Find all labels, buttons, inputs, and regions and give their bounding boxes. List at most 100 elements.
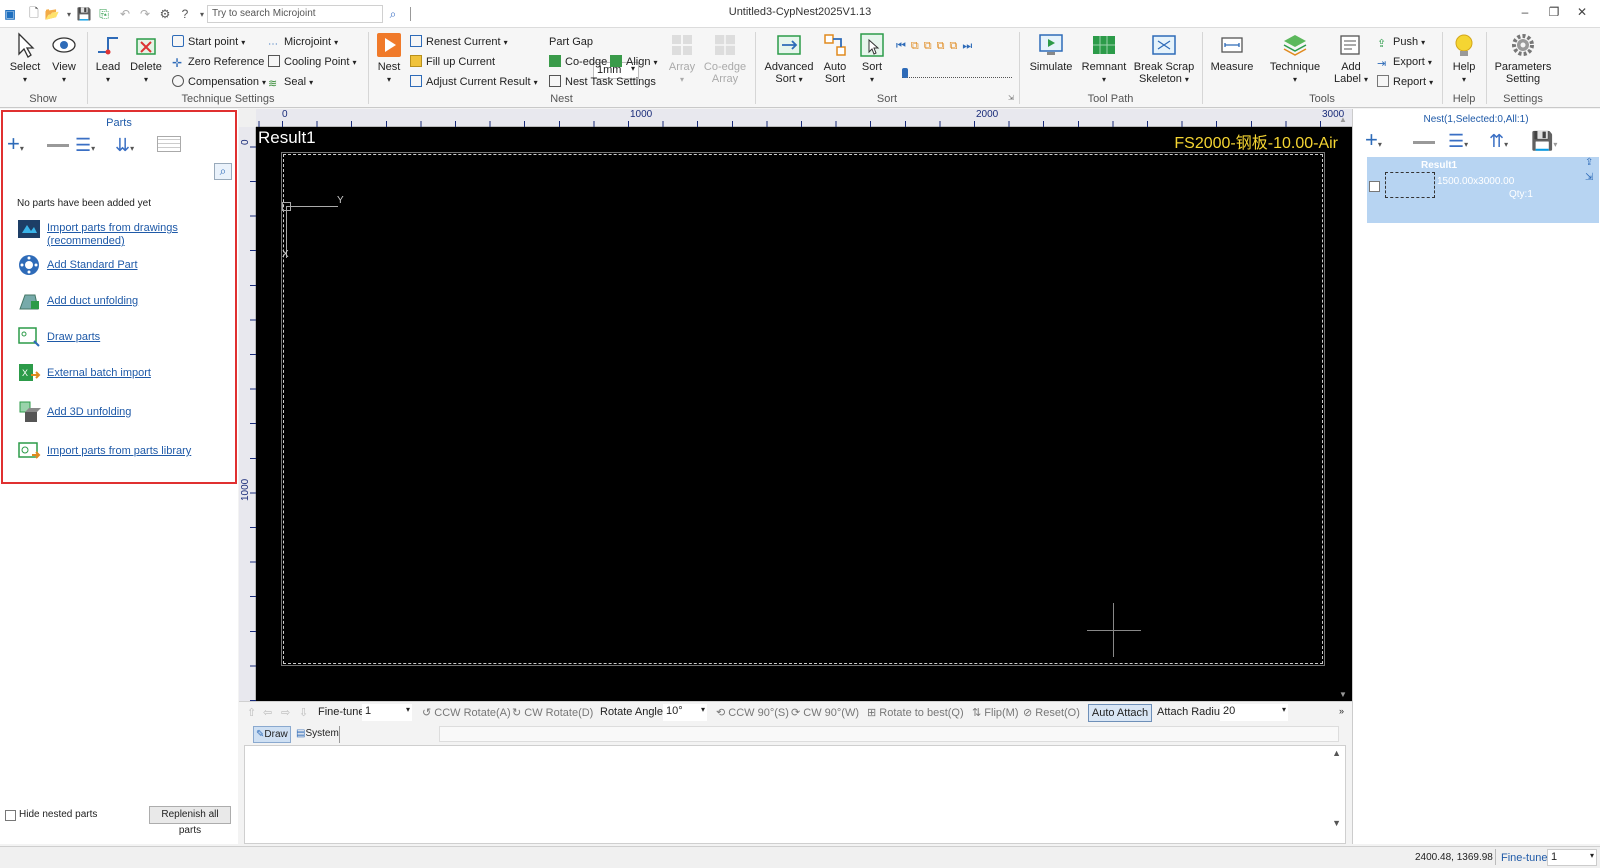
compensation-button[interactable]: Compensation ▾ — [172, 74, 266, 90]
draw-parts-link[interactable]: Draw parts — [47, 331, 100, 344]
replenish-all-button[interactable]: Replenish all parts — [149, 806, 231, 836]
list-view-icon[interactable]: ☰▾ — [75, 133, 95, 161]
add-standard-part-link[interactable]: Add Standard Part — [47, 259, 138, 272]
sort-slider[interactable] — [902, 68, 1012, 78]
tab-draw[interactable]: ✎Draw — [253, 726, 291, 743]
nest-button[interactable]: Nest ▾ — [373, 32, 405, 86]
save-as-icon[interactable]: ⎘ — [96, 6, 112, 22]
scroll-down-icon[interactable]: ▼ — [1339, 690, 1347, 699]
result-upload-icon[interactable]: ⇪ — [1585, 157, 1593, 168]
result-sort-icon[interactable]: ⇈▾ — [1489, 129, 1508, 157]
open-dropdown-icon[interactable]: ▾ — [61, 6, 77, 22]
select-button[interactable]: Select ▾ — [6, 32, 44, 86]
cw-90-button[interactable]: ⟳ CW 90°(W) — [791, 706, 859, 719]
technique-button[interactable]: Technique ▾ — [1267, 32, 1323, 86]
table-view-icon[interactable] — [157, 136, 181, 152]
export-button[interactable]: ⇥ Export ▾ — [1377, 54, 1432, 70]
seal-button[interactable]: ≋ Seal ▾ — [268, 74, 313, 90]
lead-button[interactable]: Lead ▾ — [91, 32, 125, 86]
console-scroll-down-icon[interactable]: ▼ — [1332, 818, 1341, 828]
adjust-current-result-button[interactable]: Adjust Current Result ▾ — [410, 74, 538, 90]
result-checkbox[interactable] — [1369, 181, 1380, 192]
add-3d-unfolding-link[interactable]: Add 3D unfolding — [47, 406, 131, 419]
align-button[interactable]: Align ▾ — [610, 54, 658, 70]
microjoint-button[interactable]: ⋯ Microjoint ▾ — [268, 34, 338, 50]
external-batch-import-link[interactable]: External batch import — [47, 367, 151, 380]
import-drawings-link[interactable]: Import parts from drawings (recommended) — [47, 222, 178, 248]
status-fine-tune-input[interactable]: 1 ▾ — [1547, 849, 1597, 866]
nest-task-settings-button[interactable]: Nest Task Settings — [549, 74, 656, 90]
add-result-icon[interactable]: +▾ — [1365, 128, 1382, 157]
result-export-icon[interactable]: ⇲ — [1585, 172, 1593, 183]
import-parts-library-link[interactable]: Import parts from parts library — [47, 445, 191, 458]
auto-sort-button[interactable]: Auto Sort — [818, 32, 852, 85]
cw-rotate-button[interactable]: ↻ CW Rotate(D) — [512, 706, 593, 719]
move-left-icon[interactable]: ⇦ — [263, 706, 272, 719]
help-button[interactable]: Help ▾ — [1447, 32, 1481, 86]
simulate-button[interactable]: Simulate — [1028, 32, 1074, 73]
hide-nested-checkbox[interactable] — [5, 810, 16, 821]
new-file-icon[interactable]: 🗋 — [26, 6, 42, 22]
settings-gear-icon[interactable]: ⚙ — [157, 6, 173, 22]
co-edge-button[interactable]: Co-edge — [549, 54, 607, 70]
sheet-boundary[interactable] — [281, 152, 1325, 666]
renest-current-button[interactable]: Renest Current ▾ — [410, 34, 508, 50]
break-scrap-skeleton-button[interactable]: Break Scrap Skeleton ▾ — [1133, 32, 1195, 86]
report-button[interactable]: Report ▾ — [1377, 74, 1433, 90]
close-button[interactable]: ✕ — [1572, 5, 1592, 23]
fill-up-current-button[interactable]: Fill up Current — [410, 54, 495, 70]
console-scroll-up-icon[interactable]: ▲ — [1332, 748, 1341, 758]
reset-button[interactable]: ⊘ Reset(O) — [1023, 706, 1080, 719]
flip-button[interactable]: ⇅ Flip(M) — [972, 706, 1019, 719]
result-list-view-icon[interactable]: ☰▾ — [1448, 129, 1468, 157]
advanced-sort-button[interactable]: Advanced Sort ▾ — [764, 32, 814, 86]
start-point-button[interactable]: Start point ▾ — [172, 34, 245, 50]
ccw-rotate-button[interactable]: ↺ CCW Rotate(A) — [422, 706, 511, 719]
save-icon[interactable]: 💾 — [76, 6, 92, 22]
save-result-icon[interactable]: 💾▾ — [1531, 129, 1557, 157]
redo-icon[interactable]: ↷ — [137, 6, 153, 22]
slider-thumb[interactable] — [902, 68, 908, 78]
remove-part-icon[interactable] — [47, 144, 69, 147]
rotate-angle-input[interactable]: 10° ▾ — [663, 704, 707, 721]
tab-system[interactable]: ▤System — [294, 726, 340, 743]
move-up-icon[interactable]: ⇧ — [247, 706, 256, 719]
sort-step-controls[interactable]: ⏮⧉⧉⧉⧉⏭ — [896, 40, 1016, 54]
parameters-setting-button[interactable]: Parameters Setting — [1493, 32, 1553, 85]
search-input[interactable]: Try to search Microjoint — [207, 5, 383, 23]
attach-radius-input[interactable]: 20 ▾ — [1220, 704, 1288, 721]
ccw-90-button[interactable]: ⟲ CCW 90°(S) — [716, 706, 789, 719]
undo-icon[interactable]: ↶ — [117, 6, 133, 22]
measure-button[interactable]: Measure — [1209, 32, 1255, 73]
push-button[interactable]: ⇪ Push ▾ — [1377, 34, 1425, 50]
rotate-best-button[interactable]: ⊞ Rotate to best(Q) — [867, 706, 964, 719]
dialog-launcher-icon[interactable]: ⇲ — [1008, 94, 1014, 102]
search-icon[interactable]: ⌕ — [385, 6, 401, 22]
scroll-up-icon[interactable]: ▲ — [1339, 115, 1347, 124]
help-question-icon[interactable]: ? — [177, 6, 193, 22]
view-button[interactable]: View ▾ — [45, 32, 83, 86]
array-button[interactable]: Array ▾ — [664, 32, 700, 86]
cooling-point-button[interactable]: Cooling Point ▾ — [268, 54, 357, 70]
move-down-icon[interactable]: ⇩ — [299, 706, 308, 719]
toolbar-overflow-icon[interactable]: » — [1339, 706, 1344, 716]
remove-result-icon[interactable] — [1413, 141, 1435, 144]
add-label-button[interactable]: Add Label ▾ — [1331, 32, 1371, 86]
delete-button[interactable]: Delete ▾ — [127, 32, 165, 86]
console-output[interactable]: ▲ ▼ — [244, 745, 1346, 844]
move-right-icon[interactable]: ⇨ — [281, 706, 290, 719]
tab-scrollbar[interactable] — [439, 726, 1339, 742]
add-part-icon[interactable]: +▾ — [7, 132, 24, 161]
fine-tune-input[interactable]: 1 ▾ — [362, 704, 412, 721]
search-parts-icon[interactable]: ⌕ — [214, 163, 232, 180]
open-folder-icon[interactable]: 📂 — [44, 6, 60, 22]
auto-attach-toggle[interactable]: Auto Attach — [1088, 704, 1152, 722]
restore-button[interactable]: ❐ — [1544, 5, 1564, 23]
zero-reference-button[interactable]: ✛ Zero Reference — [172, 54, 264, 70]
minimize-button[interactable]: – — [1515, 5, 1535, 23]
nest-canvas[interactable]: Result1 FS2000-钢板-10.00-Air Y X — [256, 127, 1352, 701]
sort-parts-icon[interactable]: ⇊▾ — [115, 133, 134, 161]
add-duct-unfolding-link[interactable]: Add duct unfolding — [47, 295, 138, 308]
result-list-item[interactable]: Result1 1500.00x3000.00 Qty:1 — [1367, 157, 1599, 223]
remnant-button[interactable]: Remnant ▾ — [1081, 32, 1127, 86]
